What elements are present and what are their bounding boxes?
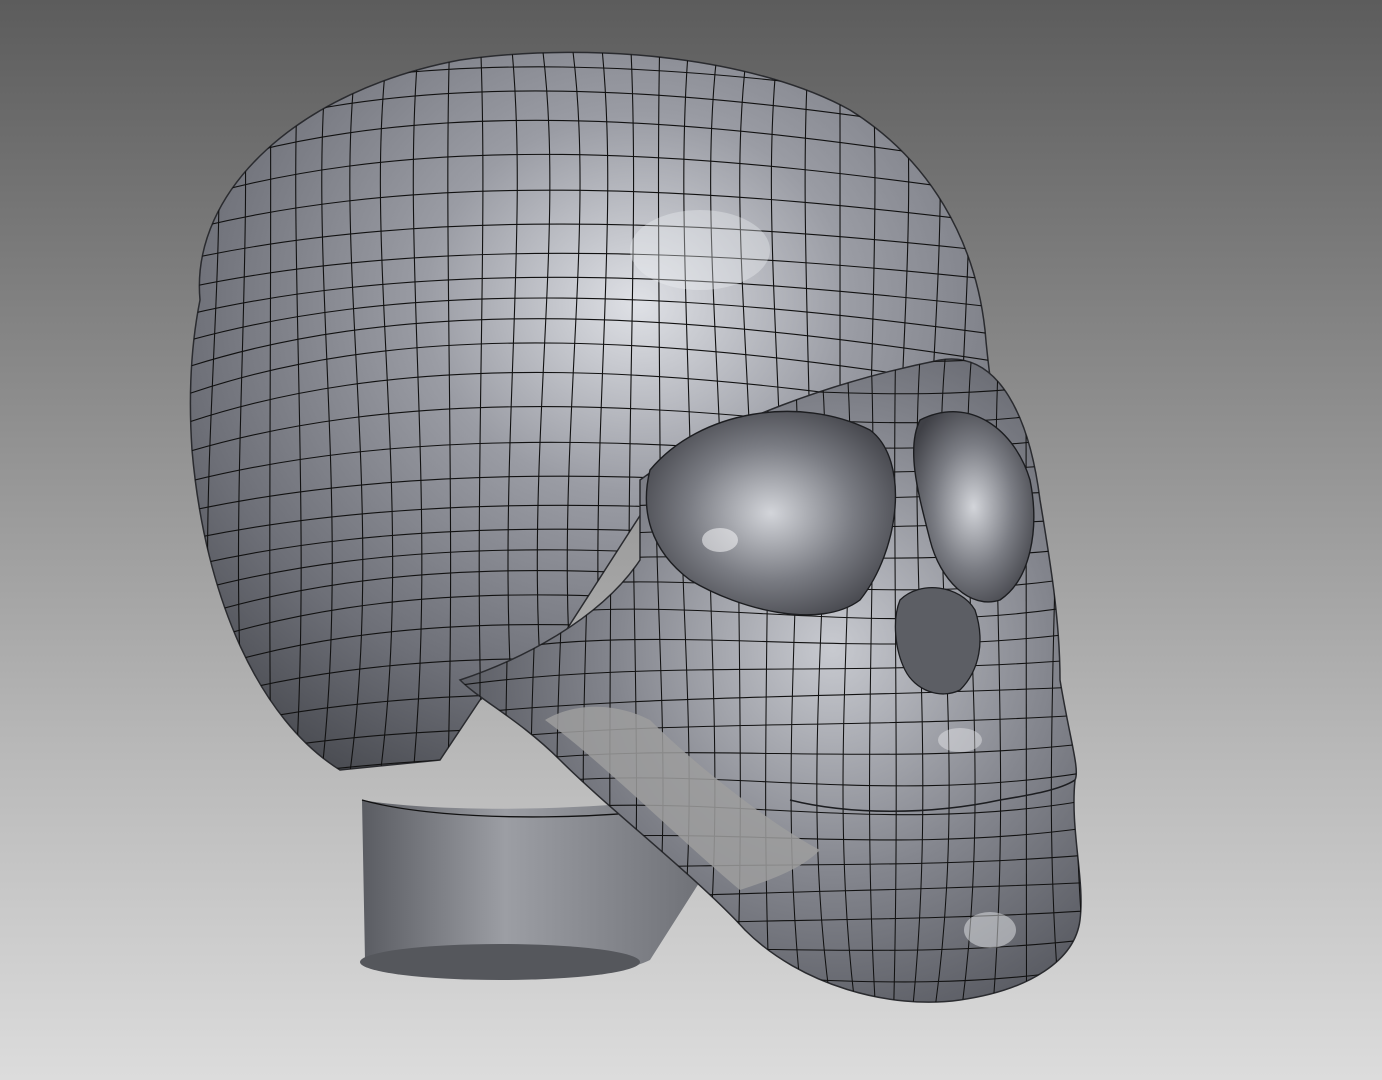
skull-model[interactable] xyxy=(0,0,1382,1080)
3d-viewport[interactable] xyxy=(0,0,1382,1080)
